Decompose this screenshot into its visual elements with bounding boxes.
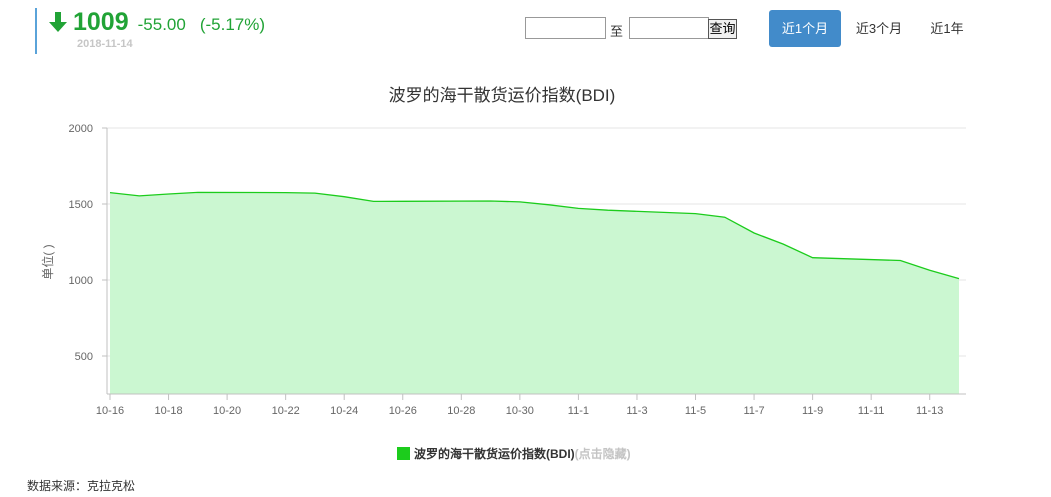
x-tick-label: 10-30 (506, 405, 534, 417)
x-tick-label: 11-1 (568, 405, 589, 417)
bdi-chart: 波罗的海干散货运价指数(BDI) 500100015002000 10-16 10… (40, 86, 966, 417)
legend-label: 波罗的海干散货运价指数(BDI) (414, 447, 575, 461)
x-tick-label: 11-5 (685, 405, 706, 417)
y-tick-label: 1000 (69, 275, 93, 287)
legend-swatch (397, 447, 410, 460)
x-tick-label: 11-13 (916, 405, 943, 417)
x-tick-label: 10-22 (272, 405, 300, 417)
chart-legend[interactable]: 波罗的海干散货运价指数(BDI) (点击隐藏) (397, 445, 631, 462)
x-tick-label: 11-3 (626, 405, 647, 417)
data-source: 数据来源：克拉克松 (27, 479, 136, 493)
x-tick-label: 11-9 (802, 405, 823, 417)
y-axis: 500 1000 1500 2000 (69, 123, 108, 394)
y-axis-label: 单位( ) (40, 244, 55, 279)
x-tick-label: 11-11 (858, 405, 885, 417)
x-tick-label: 10-18 (154, 405, 182, 417)
chart-title: 波罗的海干散货运价指数(BDI) (389, 86, 616, 105)
x-tick-label: 10-24 (330, 405, 358, 417)
x-tick-label: 10-16 (96, 405, 124, 417)
x-tick-label: 10-20 (213, 405, 241, 417)
legend-hide-hint: (点击隐藏) (574, 447, 631, 461)
x-axis: 10-16 10-18 10-20 10-22 10-24 10-26 10-28 10-30… (96, 393, 966, 417)
series-area (110, 192, 959, 394)
y-tick-label: 1500 (69, 199, 93, 211)
x-tick-label: 10-28 (447, 405, 475, 417)
y-tick-label: 2000 (69, 123, 93, 135)
x-tick-label: 11-7 (743, 405, 764, 417)
y-tick-label: 500 (75, 351, 93, 363)
x-tick-label: 10-26 (389, 405, 417, 417)
